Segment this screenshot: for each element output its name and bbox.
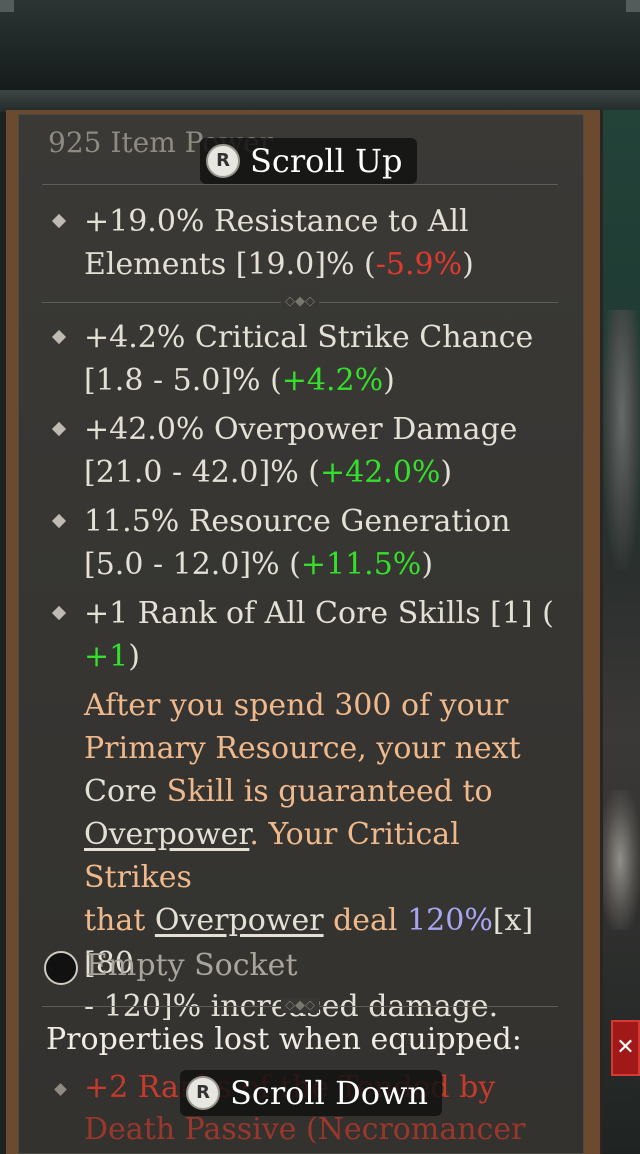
affix-text-line2: [21.0 - 42.0]% (+42.0%)	[84, 455, 453, 490]
keyword-core: Core	[84, 774, 158, 809]
affix-resource-generation: 11.5% Resource Generation [5.0 - 12.0]% …	[84, 500, 564, 586]
legendary-line: Primary Resource, your next	[84, 731, 521, 766]
affix-overpower-damage: +42.0% Overpower Damage [21.0 - 42.0]% (…	[84, 408, 564, 494]
properties-lost-heading: Properties lost when equipped:	[46, 1022, 522, 1057]
divider-ornament-icon: ◇◆◇	[281, 998, 319, 1013]
stat-delta-positive: +11.5%	[300, 547, 422, 582]
scroll-down-hint[interactable]: R Scroll Down	[180, 1070, 442, 1116]
scene-skull	[600, 790, 640, 930]
affix-text: +42.0% Overpower Damage	[84, 412, 518, 447]
affix-crit-chance: +4.2% Critical Strike Chance [1.8 - 5.0]…	[84, 316, 564, 402]
skill-slot-icon[interactable]: ✕	[611, 1020, 640, 1076]
lost-property-line: Death Passive (Necromancer	[84, 1112, 526, 1147]
top-frame	[0, 0, 640, 92]
scene-statue	[602, 310, 640, 570]
affix-text-line2: +1)	[84, 639, 140, 674]
frame-rivet	[0, 0, 14, 12]
affix-text-line2: [1.8 - 5.0]% (+4.2%)	[84, 363, 395, 398]
divider-ornament-icon: ◇◆◇	[281, 294, 319, 309]
legendary-value: 120%	[407, 903, 493, 938]
affix-text: 11.5% Resource Generation	[84, 504, 511, 539]
implicit-affix: +19.0% Resistance to All Elements [19.0]…	[84, 200, 564, 286]
scroll-down-label: Scroll Down	[230, 1074, 428, 1112]
scroll-up-hint[interactable]: R Scroll Up	[200, 138, 417, 184]
keyword-overpower-link[interactable]: Overpower	[84, 817, 249, 852]
stat-delta-negative: -5.9%	[375, 247, 463, 282]
empty-socket-label: Empty Socket	[86, 948, 298, 983]
frame-rivet	[626, 0, 640, 12]
panel-top-border	[0, 90, 640, 112]
legendary-line: After you spend 300 of your	[84, 688, 509, 723]
keyword-overpower-link[interactable]: Overpower	[155, 903, 324, 938]
stat-delta-positive: +1	[84, 639, 129, 674]
stat-delta-positive: +42.0%	[319, 455, 441, 490]
right-stick-icon: R	[186, 1076, 220, 1110]
legendary-line: Core Skill is guaranteed to	[84, 774, 493, 809]
divider: ◇◆◇	[42, 294, 558, 309]
affix-text: +1 Rank of All Core Skills [1] (	[84, 596, 554, 631]
affix-text-line2: Elements [19.0]% (-5.9%)	[84, 247, 474, 282]
scroll-up-label: Scroll Up	[250, 142, 403, 180]
empty-socket-icon	[44, 951, 78, 985]
affix-text: +4.2% Critical Strike Chance	[84, 320, 534, 355]
stat-delta-positive: +4.2%	[281, 363, 384, 398]
divider: ◇◆◇	[42, 998, 558, 1013]
affix-text-line2: [5.0 - 12.0]% (+11.5%)	[84, 547, 434, 582]
affix-core-skills: +1 Rank of All Core Skills [1] ( +1)	[84, 592, 564, 678]
divider	[42, 184, 558, 185]
right-stick-icon: R	[206, 144, 240, 178]
legendary-line: Overpower. Your Critical Strikes	[84, 817, 460, 895]
affix-text: +19.0% Resistance to All	[84, 204, 469, 239]
